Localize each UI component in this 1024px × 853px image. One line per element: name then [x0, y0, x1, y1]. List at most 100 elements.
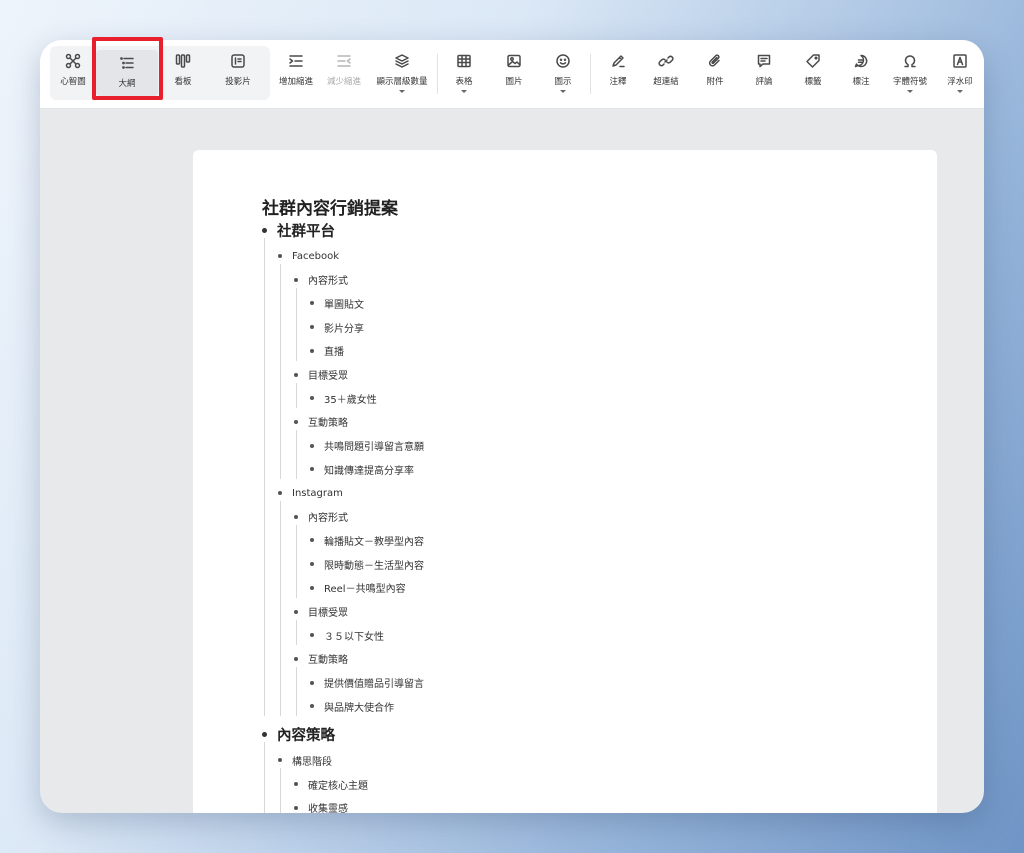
tag-icon — [804, 52, 822, 70]
bullet-dot — [294, 514, 298, 519]
outline-item[interactable]: Facebook — [278, 248, 339, 264]
outline-item[interactable]: ３５以下女性 — [310, 627, 384, 643]
outline-guide-line — [264, 742, 265, 813]
outline-item-text: 目標受眾 — [308, 371, 348, 382]
outline-item[interactable]: 目標受眾 — [294, 367, 348, 383]
outline-item-text: 目標受眾 — [308, 608, 348, 619]
outline-item[interactable]: 確定核心主題 — [294, 776, 368, 792]
annotation-label: 注釋 — [609, 77, 627, 87]
indent-increase-label: 增加縮進 — [278, 77, 313, 87]
watermark-icon — [951, 52, 969, 70]
link-icon — [657, 52, 675, 70]
smiley-icon — [554, 52, 572, 70]
outline-item[interactable]: 直播 — [310, 343, 344, 359]
outline-item[interactable]: 內容形式 — [294, 509, 348, 525]
hyperlink-button[interactable]: 超連結 — [650, 48, 682, 102]
toolbar-divider — [437, 54, 438, 94]
bullet-dot — [278, 491, 282, 495]
outline-item[interactable]: Reel－共鳴型內容 — [310, 580, 406, 596]
icon-label: 圖示 — [554, 77, 572, 87]
note-bubble-icon — [852, 52, 870, 70]
outline-item[interactable]: 互動策略 — [294, 414, 348, 430]
outline-item-text: 互動策略 — [308, 655, 348, 667]
table-label: 表格 — [455, 77, 473, 87]
view-mindmap-button[interactable]: 心智圖 — [54, 48, 92, 102]
image-icon — [505, 52, 523, 70]
watermark-label: 浮水印 — [947, 77, 973, 87]
bullet-dot — [310, 396, 314, 401]
indent-increase-button[interactable]: 增加縮進 — [276, 48, 316, 102]
outline-item-text: Facebook — [292, 250, 339, 262]
table-dropdown[interactable]: 表格 — [452, 48, 476, 102]
outline-item[interactable]: 構思階段 — [278, 752, 332, 768]
attachment-button[interactable]: 附件 — [703, 48, 727, 102]
bullet-dot — [262, 731, 267, 737]
image-button[interactable]: 圖片 — [502, 48, 526, 102]
outline-item[interactable]: 內容形式 — [294, 272, 348, 288]
view-slides-button[interactable]: 投影片 — [218, 48, 258, 102]
outline-item-text: 單圖貼文 — [324, 299, 364, 311]
attachment-label: 附件 — [706, 77, 724, 87]
outline-item[interactable]: 35＋歲女性 — [310, 390, 377, 406]
outline-item[interactable]: 單圖貼文 — [310, 295, 364, 311]
slides-icon — [229, 52, 247, 70]
outline-item-text: 確定核心主題 — [308, 780, 368, 792]
bullet-dot — [310, 562, 314, 567]
mindmap-icon — [64, 52, 82, 70]
chevron-down-icon — [560, 90, 566, 93]
outline-item[interactable]: 提供價值贈品引導留言 — [310, 675, 424, 691]
comment-label: 評論 — [755, 77, 773, 87]
icon-dropdown[interactable]: 圖示 — [551, 48, 575, 102]
symbols-dropdown[interactable]: 字體符號 — [892, 48, 928, 102]
paperclip-icon — [706, 52, 724, 70]
bullet-dot — [294, 656, 298, 661]
outline-topic[interactable]: 社群平台 — [262, 222, 335, 240]
outline-guide-line — [264, 238, 265, 717]
document-title[interactable]: 社群內容行銷提案 — [262, 194, 398, 219]
outline-item[interactable]: 輪播貼文－教學型內容 — [310, 532, 424, 548]
outline-item-text: 互動策略 — [308, 418, 348, 430]
chevron-down-icon — [461, 90, 467, 93]
outline-item[interactable]: 收集靈感 — [294, 800, 348, 813]
label-button[interactable]: 標籤 — [801, 48, 825, 102]
outline-item[interactable]: 目標受眾 — [294, 604, 348, 620]
comment-icon — [755, 52, 773, 70]
outline-item[interactable]: 影片分享 — [310, 319, 364, 335]
bullet-dot — [294, 277, 298, 282]
indent-increase-icon — [287, 52, 305, 70]
view-kanban-button[interactable]: 看板 — [164, 48, 202, 102]
outline-guide-line — [280, 768, 281, 813]
toolbar: 心智圖 大綱 看板 投影片 增加縮進 減少縮進 顯示層級數量 表格 圖片 圖示 … — [40, 40, 984, 109]
outline-guide-line — [296, 287, 297, 361]
bullet-dot — [310, 301, 314, 306]
outline-item[interactable]: 與品牌大使合作 — [310, 698, 394, 714]
toolbar-divider — [590, 54, 591, 94]
outline-item[interactable]: 共鳴問題引導留言意願 — [310, 438, 424, 454]
indent-decrease-button[interactable]: 減少縮進 — [324, 48, 364, 102]
outline-item[interactable]: 互動策略 — [294, 651, 348, 667]
outline-item-text: 輪播貼文－教學型內容 — [324, 536, 424, 548]
bullet-dot — [294, 805, 298, 810]
view-outline-button[interactable]: 大綱 — [96, 50, 158, 96]
outline-item[interactable]: 知識傳達提高分享率 — [310, 461, 414, 477]
document-page: 社群內容行銷提案 社群平台 Facebook 內容形式 單圖貼文 影片分享 直播 目標受眾 3… — [193, 150, 937, 813]
bullet-dot — [310, 467, 314, 472]
bullet-dot — [294, 419, 298, 424]
annotation-button[interactable]: 注釋 — [606, 48, 630, 102]
outline-topic[interactable]: 內容策略 — [262, 726, 335, 744]
table-icon — [455, 52, 473, 70]
outline-item-text: 限時動態－生活型內容 — [324, 560, 424, 572]
note-button[interactable]: 標注 — [849, 48, 873, 102]
comment-button[interactable]: 評論 — [752, 48, 776, 102]
outline-item-text: 內容形式 — [308, 276, 348, 288]
bullet-dot — [310, 633, 314, 638]
outline-guide-line — [296, 666, 297, 717]
view-mindmap-label: 心智圖 — [60, 77, 86, 87]
outline-item-text: 共鳴問題引導留言意願 — [324, 442, 424, 454]
outline-guide-line — [280, 501, 281, 717]
outline-item[interactable]: Instagram — [278, 485, 343, 501]
show-levels-dropdown[interactable]: 顯示層級數量 — [372, 48, 432, 102]
outline-item[interactable]: 限時動態－生活型內容 — [310, 556, 424, 572]
watermark-dropdown[interactable]: 浮水印 — [944, 48, 976, 102]
outline-item-text: 35＋歲女性 — [324, 394, 377, 406]
